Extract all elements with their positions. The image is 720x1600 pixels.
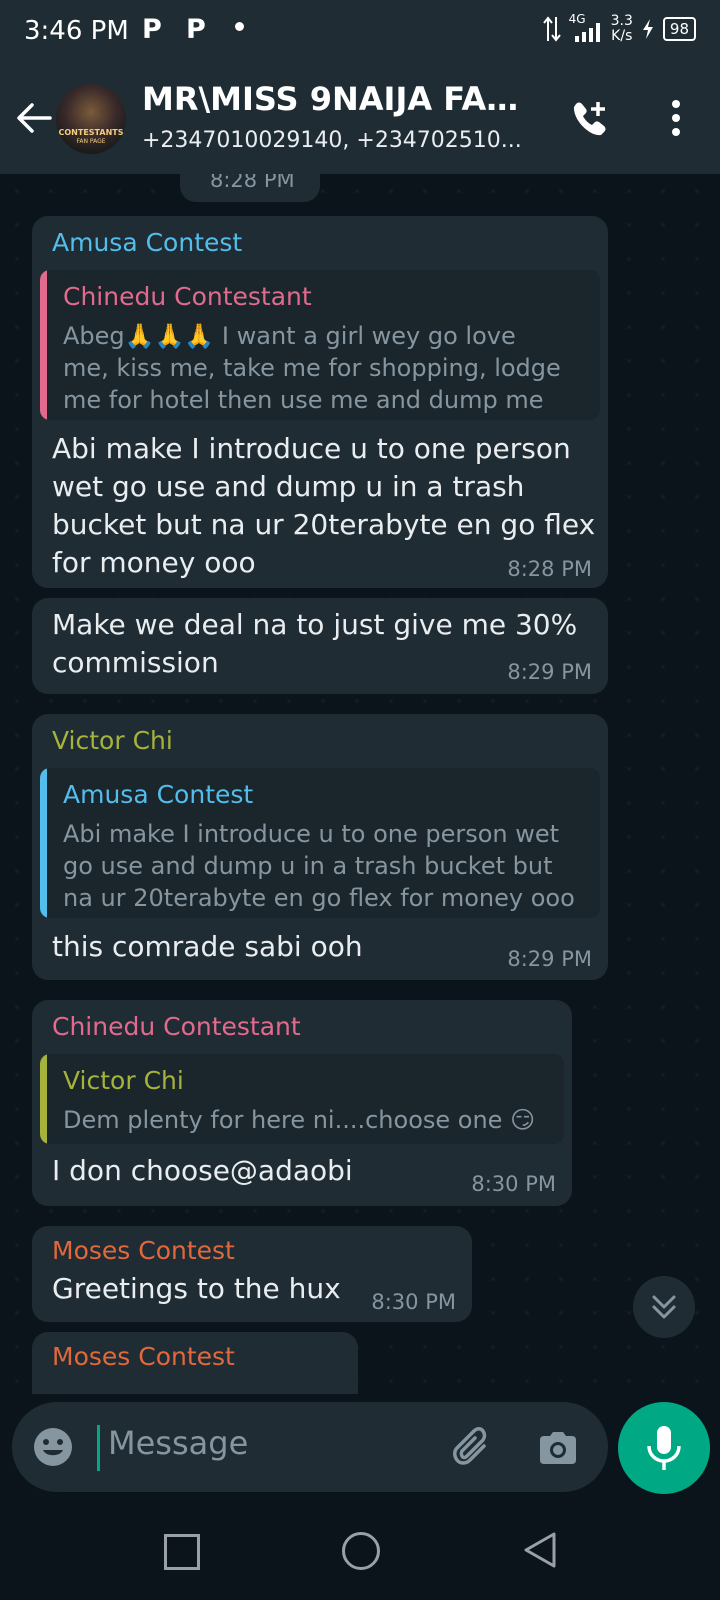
message-bubble[interactable]: Moses Contest xyxy=(32,1332,358,1394)
message-line: Greetings to the hux xyxy=(52,1272,341,1305)
group-avatar[interactable]: CONTESTANTS FAN PAGE xyxy=(56,84,126,154)
camera-icon[interactable] xyxy=(536,1426,580,1470)
message-time: 8:28 PM xyxy=(210,174,295,192)
message-bubble[interactable]: Moses Contest Greetings to the hux 8:30 … xyxy=(32,1226,472,1322)
message-time: 8:28 PM xyxy=(507,557,592,581)
quoted-sender: Amusa Contest xyxy=(63,780,254,809)
message-line: this comrade sabi ooh xyxy=(52,930,363,963)
message-bubble[interactable]: Make we deal na to just give me 30% comm… xyxy=(32,598,608,694)
quoted-line: Abi make I introduce u to one person wet xyxy=(63,820,560,848)
message-time: 8:30 PM xyxy=(371,1290,456,1314)
message-bubble[interactable]: 8:28 PM xyxy=(180,174,320,202)
voice-message-button[interactable] xyxy=(618,1402,710,1494)
quoted-message[interactable]: Chinedu Contestant Abeg🙏🙏🙏 I want a girl… xyxy=(40,270,600,420)
message-time: 8:30 PM xyxy=(471,1172,556,1196)
message-bubble[interactable]: Amusa Contest Chinedu Contestant Abeg🙏🙏🙏… xyxy=(32,216,608,588)
message-sender: Moses Contest xyxy=(52,1342,235,1371)
message-line: Abi make I introduce u to one person xyxy=(52,432,571,465)
group-title[interactable]: MR\MISS 9NAIJA FAN... xyxy=(142,80,537,118)
attach-icon[interactable] xyxy=(450,1424,498,1472)
network-speed: 3.3 K/s xyxy=(610,13,633,44)
quoted-line: me for hotel then use me and dump me xyxy=(63,386,544,414)
nav-back-icon[interactable] xyxy=(520,1530,560,1570)
quoted-line: na ur 20terabyte en go flex for money oo… xyxy=(63,884,575,912)
emoji-icon[interactable] xyxy=(32,1426,74,1468)
data-arrows-icon xyxy=(542,16,561,42)
back-arrow-icon[interactable] xyxy=(14,98,54,138)
status-time: 3:46 PM xyxy=(24,16,129,46)
message-line: bucket but na ur 20terabyte en go flex xyxy=(52,508,596,541)
charging-icon xyxy=(642,19,653,39)
quoted-sender: Chinedu Contestant xyxy=(63,282,312,311)
add-call-icon[interactable] xyxy=(568,98,612,142)
recents-icon[interactable] xyxy=(164,1534,200,1570)
more-options-icon[interactable] xyxy=(664,96,688,140)
status-bar: 3:46 PM P P 4G 3.3 K/s 98 xyxy=(0,0,720,62)
quoted-message[interactable]: Victor Chi Dem plenty for here ni....cho… xyxy=(40,1054,564,1144)
notification-p-icon: P xyxy=(186,14,206,45)
message-composer: Message xyxy=(12,1402,608,1492)
microphone-icon xyxy=(647,1426,681,1470)
home-icon[interactable] xyxy=(342,1532,380,1570)
notification-dot-icon xyxy=(235,22,244,31)
message-bubble[interactable]: Chinedu Contestant Victor Chi Dem plenty… xyxy=(32,1000,572,1206)
system-navigation-bar xyxy=(0,1504,720,1600)
text-caret xyxy=(97,1425,100,1471)
message-line: I don choose@adaobi xyxy=(52,1154,353,1187)
message-bubble[interactable]: Victor Chi Amusa Contest Abi make I intr… xyxy=(32,714,608,980)
message-sender: Victor Chi xyxy=(52,726,173,755)
quoted-line: Dem plenty for here ni....choose one 😏 xyxy=(63,1106,536,1134)
quoted-message[interactable]: Amusa Contest Abi make I introduce u to … xyxy=(40,768,600,918)
message-sender: Amusa Contest xyxy=(52,228,243,257)
message-time: 8:29 PM xyxy=(507,660,592,684)
quoted-line: me, kiss me, take me for shopping, lodge xyxy=(63,354,561,382)
message-line: wet go use and dump u in a trash xyxy=(52,470,525,503)
group-participants[interactable]: +2347010029140, +234702510... xyxy=(142,128,537,153)
notification-p-icon: P xyxy=(142,14,162,45)
quoted-line: go use and dump u in a trash bucket but xyxy=(63,852,553,880)
signal-icon: 4G xyxy=(569,12,603,44)
message-sender: Chinedu Contestant xyxy=(52,1012,301,1041)
message-time: 8:29 PM xyxy=(507,947,592,971)
message-sender: Moses Contest xyxy=(52,1236,235,1265)
message-line: for money ooo xyxy=(52,546,256,579)
message-list[interactable]: 8:28 PM Amusa Contest Chinedu Contestant… xyxy=(0,174,720,1394)
chat-header: CONTESTANTS FAN PAGE MR\MISS 9NAIJA FAN.… xyxy=(0,62,720,174)
message-line: Make we deal na to just give me 30% xyxy=(52,608,578,641)
message-line: commission xyxy=(52,646,219,679)
battery-level: 98 xyxy=(662,17,696,41)
message-input[interactable]: Message xyxy=(108,1424,248,1462)
scroll-to-bottom-button[interactable] xyxy=(633,1276,695,1338)
quoted-sender: Victor Chi xyxy=(63,1066,184,1095)
double-chevron-down-icon xyxy=(652,1295,676,1319)
quoted-line: Abeg🙏🙏🙏 I want a girl wey go love xyxy=(63,322,516,350)
